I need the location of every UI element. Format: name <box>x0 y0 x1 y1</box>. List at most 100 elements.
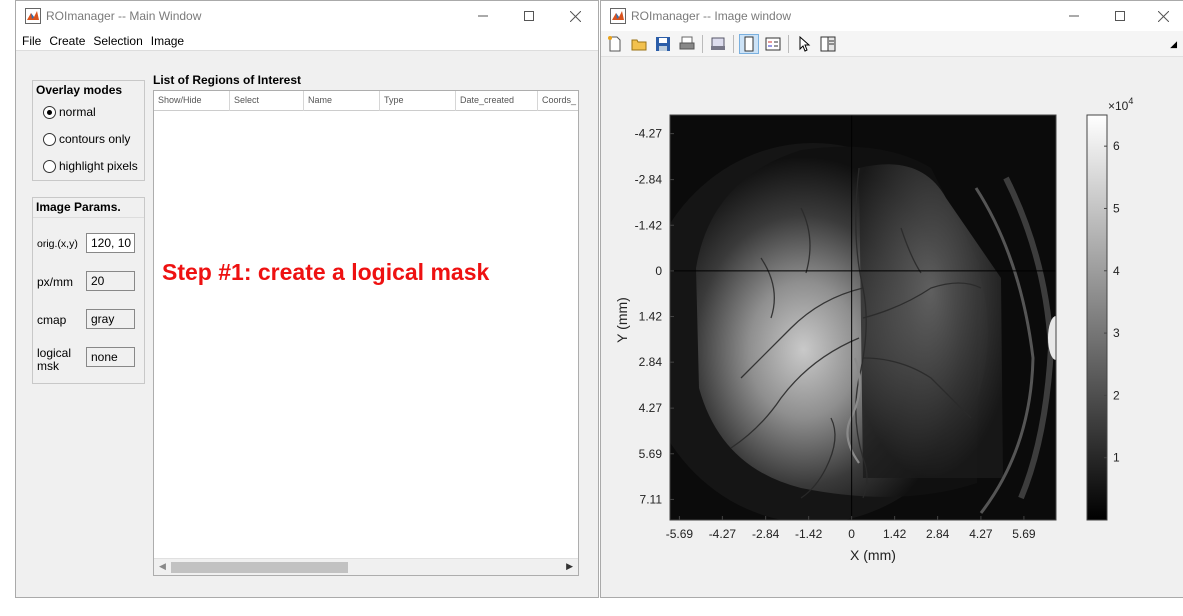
maximize-icon[interactable] <box>1097 1 1143 31</box>
y-tick-label: 7.11 <box>640 492 663 506</box>
colorbar-tick-label: 2 <box>1113 388 1120 402</box>
roi-table-header: Show/Hide Select Name Type Date_created … <box>154 91 578 111</box>
x-tick-label: 0 <box>848 527 855 541</box>
y-tick-label: 4.27 <box>639 401 663 415</box>
x-tick-label: 5.69 <box>1012 527 1036 541</box>
x-tick-label: -2.84 <box>752 527 780 541</box>
orig-xy-field[interactable]: 120, 10 <box>86 233 135 253</box>
x-tick-label: -4.27 <box>709 527 737 541</box>
menu-bar: File Create Selection Image <box>16 31 598 51</box>
scrollbar-thumb[interactable] <box>171 562 348 573</box>
main-window-titlebar[interactable]: ROImanager -- Main Window <box>16 1 598 31</box>
menu-selection[interactable]: Selection <box>93 34 142 48</box>
overlay-modes-title: Overlay modes <box>36 83 123 97</box>
colorbar-tick-label: 6 <box>1113 139 1120 153</box>
y-tick-label: 5.69 <box>639 447 663 461</box>
column-show-hide[interactable]: Show/Hide <box>154 91 230 111</box>
roi-table[interactable]: Show/Hide Select Name Type Date_created … <box>153 90 579 576</box>
overlay-modes-panel: Overlay modes normal contours only highl… <box>32 80 145 181</box>
column-coords[interactable]: Coords_ <box>538 91 578 111</box>
window-title: ROImanager -- Image window <box>631 9 792 23</box>
colorbar-multiplier-exponent: 4 <box>1128 96 1133 106</box>
x-tick-label: -5.69 <box>666 527 694 541</box>
property-editor-icon[interactable] <box>818 34 838 54</box>
colorbar-tick-label: 4 <box>1113 264 1120 278</box>
legend-toggle-icon[interactable] <box>763 34 783 54</box>
radio-label: contours only <box>59 132 131 146</box>
radio-button[interactable] <box>43 132 56 146</box>
radio-label: highlight pixels <box>59 159 138 173</box>
radio-contours-only[interactable]: contours only <box>43 132 130 146</box>
print-figure-icon[interactable] <box>708 34 728 54</box>
colorbar-tick-label: 1 <box>1113 451 1120 465</box>
image-window: ROImanager -- Image window ◢ -5.69 -4.27… <box>600 0 1183 598</box>
colorbar-tick-label: 5 <box>1113 201 1120 215</box>
toolbar-expand-icon[interactable]: ◢ <box>1170 39 1177 50</box>
y-tick-label: 0 <box>655 264 662 278</box>
orig-xy-label: orig.(x,y) <box>37 238 78 250</box>
x-tick-label: 2.84 <box>926 527 950 541</box>
menu-create[interactable]: Create <box>49 34 85 48</box>
matlab-icon <box>25 8 41 24</box>
y-tick-label: 2.84 <box>639 355 663 369</box>
colorbar[interactable] <box>1086 114 1108 521</box>
colorbar-tick-label: 3 <box>1113 326 1120 340</box>
print-icon[interactable] <box>677 34 697 54</box>
x-tick-label: 4.27 <box>969 527 993 541</box>
y-axis-label: Y (mm) <box>614 297 630 343</box>
logical-mask-label: logical msk <box>37 346 72 373</box>
x-tick-label: -1.42 <box>795 527 823 541</box>
image-window-titlebar[interactable]: ROImanager -- Image window <box>601 1 1183 31</box>
column-name[interactable]: Name <box>304 91 380 111</box>
open-file-icon[interactable] <box>629 34 649 54</box>
scroll-right-icon[interactable]: ▶ <box>566 561 573 572</box>
column-type[interactable]: Type <box>380 91 456 111</box>
radio-normal[interactable]: normal <box>43 105 96 119</box>
new-figure-icon[interactable] <box>605 34 625 54</box>
window-title: ROImanager -- Main Window <box>46 9 202 23</box>
pointer-icon[interactable] <box>794 34 814 54</box>
figure-canvas[interactable]: -5.69 -4.27 -2.84 -1.42 0 1.42 2.84 4.27 5.69 -4… <box>601 58 1183 597</box>
column-select[interactable]: Select <box>230 91 304 111</box>
matlab-icon <box>610 8 626 24</box>
cmap-label: cmap <box>37 313 67 327</box>
cmap-field[interactable]: gray <box>86 309 135 329</box>
minimize-icon[interactable] <box>460 1 506 31</box>
close-icon[interactable] <box>552 1 598 31</box>
maximize-icon[interactable] <box>506 1 552 31</box>
y-tick-label: 1.42 <box>639 310 663 324</box>
menu-file[interactable]: File <box>22 34 41 48</box>
colorbar-multiplier-base: ×10 <box>1108 99 1129 113</box>
save-icon[interactable] <box>653 34 673 54</box>
y-tick-label: -1.42 <box>635 218 663 232</box>
toolbar-separator <box>733 34 734 53</box>
minimize-icon[interactable] <box>1051 1 1097 31</box>
roi-list-title: List of Regions of Interest <box>153 73 302 87</box>
menu-image[interactable]: Image <box>151 34 184 48</box>
figure-toolbar: ◢ <box>601 31 1183 57</box>
radio-label: normal <box>59 105 96 119</box>
image-params-panel: Image Params. orig.(x,y) 120, 10 px/mm 2… <box>32 197 145 384</box>
scroll-left-icon[interactable]: ◀ <box>159 561 166 572</box>
heatmap-plot[interactable]: -5.69 -4.27 -2.84 -1.42 0 1.42 2.84 4.27 5.69 -4… <box>601 58 1183 598</box>
column-date-created[interactable]: Date_created <box>456 91 538 111</box>
radio-button-selected[interactable] <box>43 105 56 119</box>
x-tick-label: 1.42 <box>883 527 907 541</box>
radio-highlight-pixels[interactable]: highlight pixels <box>43 159 138 173</box>
toolbar-separator <box>702 34 703 53</box>
y-tick-label: -2.84 <box>635 173 663 187</box>
toolbar-separator <box>788 34 789 53</box>
x-axis-label: X (mm) <box>850 547 896 563</box>
horizontal-scrollbar[interactable]: ◀ ▶ <box>154 558 578 575</box>
colorbar-multiplier: ×104 <box>1108 96 1133 113</box>
main-window: ROImanager -- Main Window File Create Se… <box>15 0 599 598</box>
px-mm-field[interactable]: 20 <box>86 271 135 291</box>
logical-mask-field[interactable]: none <box>86 347 135 367</box>
px-mm-label: px/mm <box>37 275 73 289</box>
y-axis-ticks: -4.27 -2.84 -1.42 0 1.42 2.84 4.27 5.69 7.11 <box>635 127 674 506</box>
image-params-title: Image Params. <box>36 200 121 214</box>
step-annotation: Step #1: create a logical mask <box>162 259 490 285</box>
colorbar-toggle-icon[interactable] <box>739 33 759 54</box>
radio-button[interactable] <box>43 159 56 173</box>
close-icon[interactable] <box>1143 1 1183 31</box>
